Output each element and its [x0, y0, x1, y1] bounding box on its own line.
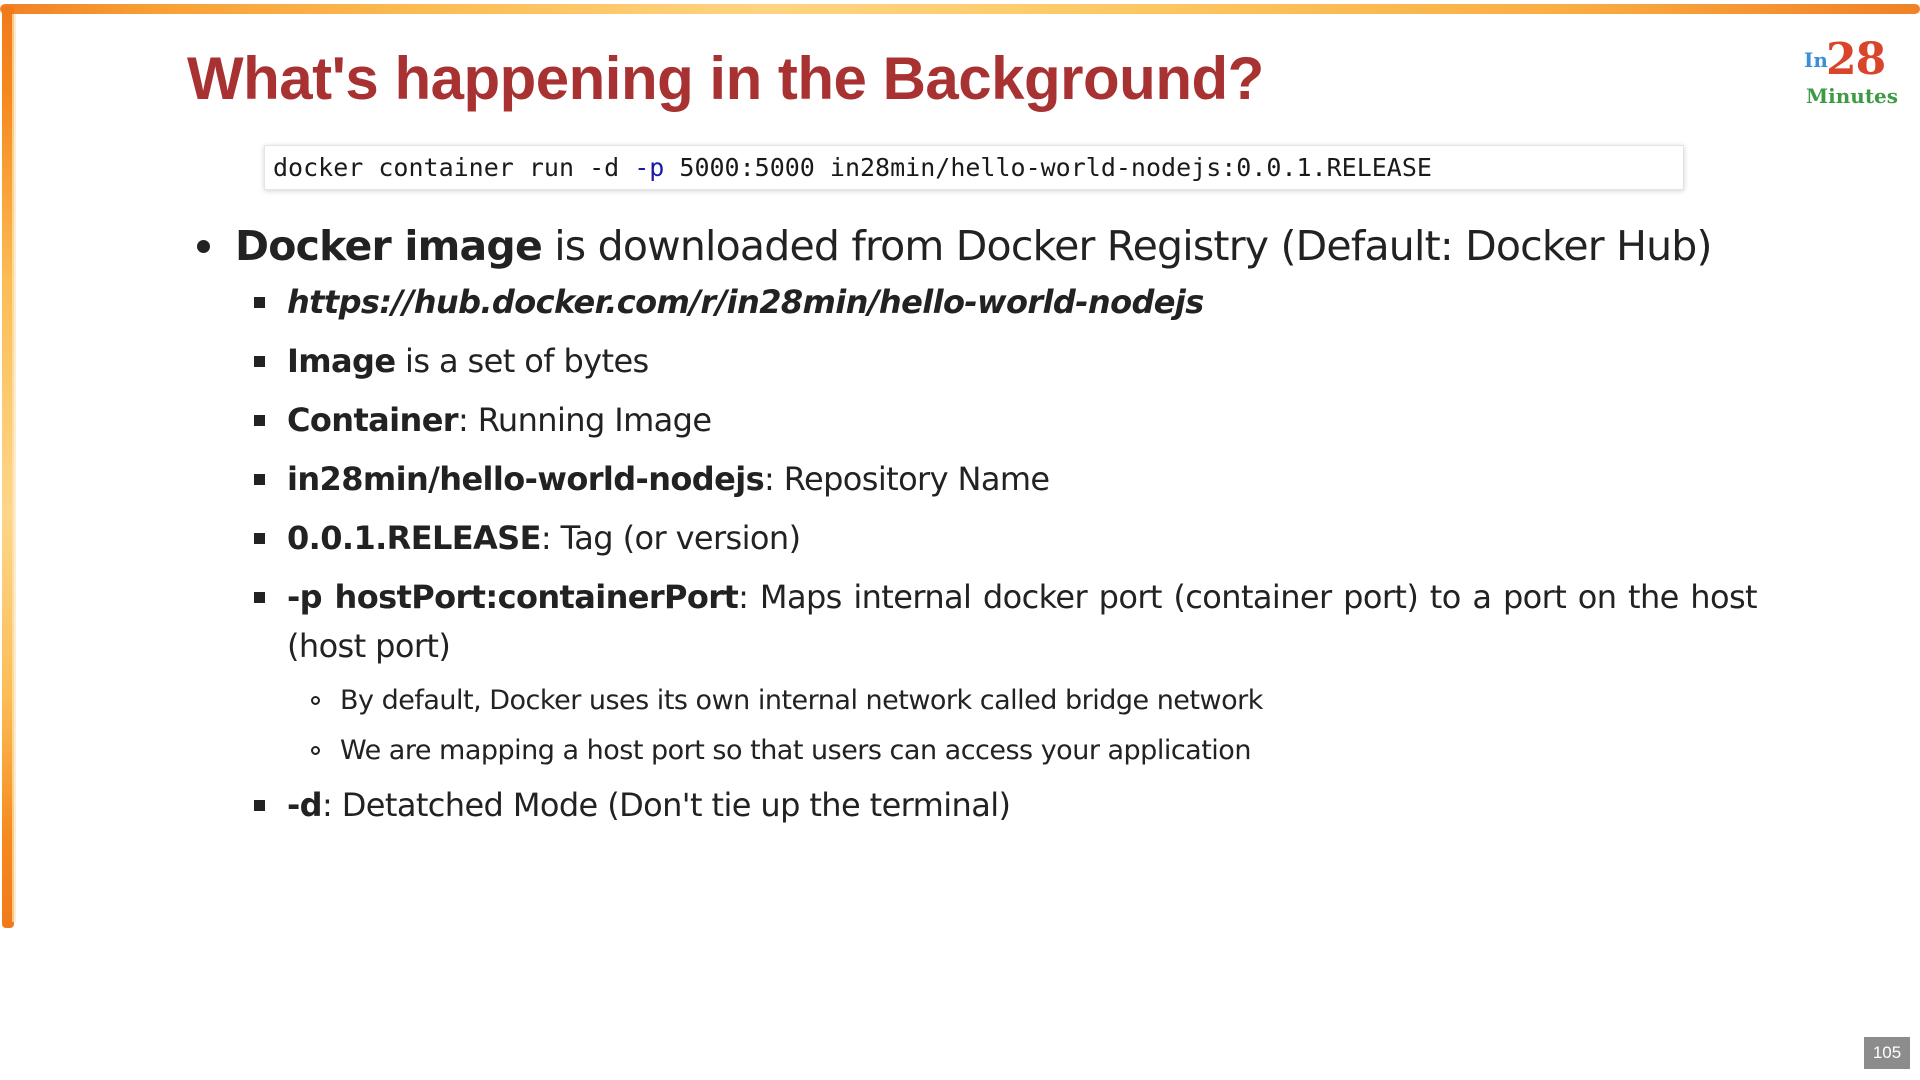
code-flag: -p [634, 153, 665, 182]
bullet-square-icon [254, 800, 265, 811]
bullet-text: : Tag (or version) [540, 519, 801, 557]
logo-suffix: Minutes [1806, 84, 1899, 108]
bullet-bold: in28min/hello-world-nodejs [287, 460, 765, 498]
slide-title: What's happening in the Background? [187, 45, 1264, 112]
bullet-bold: Image [287, 342, 396, 380]
bullet-text: : Repository Name [764, 460, 1050, 498]
bullet-image: Image is a set of bytes [254, 337, 1762, 386]
bullet-square-icon [254, 297, 265, 308]
page-number-badge: 105 [1864, 1037, 1910, 1069]
bullet-square-icon [254, 474, 265, 485]
sub-bullet-text: By default, Docker uses its own internal… [340, 685, 1263, 716]
bullet-circle-icon [311, 696, 320, 705]
bullet-text: : Detatched Mode (Don't tie up the termi… [322, 786, 1011, 824]
bullet-bold: Container [287, 401, 459, 439]
bullet-dot-icon [197, 240, 210, 253]
docker-command-code-block: docker container run -d -p 5000:5000 in2… [264, 145, 1684, 190]
bullet-bold: 0.0.1.RELEASE [287, 519, 541, 557]
bullet-text: is a set of bytes [395, 342, 649, 380]
bullet-bold: -d [287, 786, 323, 824]
bullet-port-mapping: -p hostPort:containerPort: Maps internal… [254, 573, 1758, 671]
left-brush-highlight [12, 14, 16, 922]
in28minutes-logo: In 28 Minutes [1804, 34, 1899, 108]
bullet-detached-mode: -d: Detatched Mode (Don't tie up the ter… [254, 781, 1762, 830]
bullet-circle-icon [311, 746, 320, 755]
bullet-text: : Running Image [457, 401, 712, 439]
code-after-flag: 5000:5000 in28min/hello-world-nodejs:0.0… [664, 153, 1432, 182]
bullet-square-icon [254, 356, 265, 367]
code-before-flag: docker container run -d [273, 153, 635, 182]
bullet-repository: in28min/hello-world-nodejs: Repository N… [254, 455, 1762, 504]
bullet-square-icon [254, 533, 265, 544]
bullet-list: Docker image is downloaded from Docker R… [192, 218, 1762, 830]
sub-bullet-bridge-network: By default, Docker uses its own internal… [311, 681, 1762, 721]
sub-bullet-host-port: We are mapping a host port so that users… [311, 731, 1762, 771]
bullet-bold: Docker image [235, 222, 543, 270]
logo-prefix: In [1804, 48, 1828, 72]
sub-bullet-text: We are mapping a host port so that users… [340, 735, 1251, 766]
top-brush-border [0, 4, 1920, 14]
bullet-bold: -p hostPort:containerPort [287, 578, 739, 616]
bullet-docker-hub-url: https://hub.docker.com/r/in28min/hello-w… [254, 278, 1762, 327]
docker-hub-url: https://hub.docker.com/r/in28min/hello-w… [287, 283, 1204, 321]
bullet-square-icon [254, 592, 265, 603]
logo-number: 28 [1826, 34, 1886, 85]
slide: What's happening in the Background? In 2… [0, 0, 1920, 1080]
bullet-square-icon [254, 415, 265, 426]
bullet-tag: 0.0.1.RELEASE: Tag (or version) [254, 514, 1762, 563]
bullet-text: is downloaded from Docker Registry (Defa… [541, 222, 1712, 270]
bullet-container: Container: Running Image [254, 396, 1762, 445]
bullet-docker-image: Docker image is downloaded from Docker R… [192, 218, 1762, 274]
